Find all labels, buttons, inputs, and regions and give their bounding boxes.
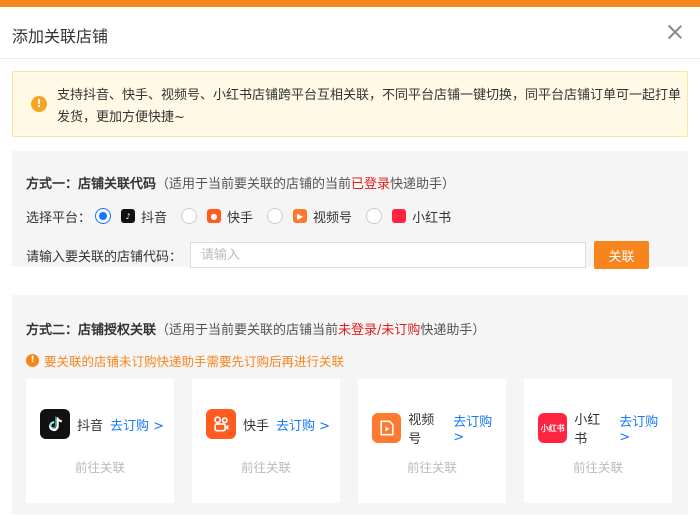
goto-link-shipinhao[interactable]: 前往关联 [358,457,506,476]
douyin-icon [40,409,70,439]
method2-desc-suffix: 快递助手） [420,323,486,338]
subscribe-link-shipinhao[interactable]: 去订购 > [453,411,506,445]
platform-shipinhao-label: 视频号 [313,210,353,226]
platform-option-xiaohongshu[interactable]: 小红书 [366,207,451,226]
shipinhao-icon: ▶ [293,209,308,223]
exclamation-icon: ! [31,96,47,112]
close-icon[interactable] [664,21,686,43]
dialog-header: 添加关联店铺 [0,7,700,59]
add-linked-store-dialog: 添加关联店铺 ! 支持抖音、快手、视频号、小红书店铺跨平台互相关联，不同平台店铺… [0,7,700,527]
card-douyin: 抖音 去订购 > 前往关联 [26,379,174,503]
radio-xiaohongshu[interactable] [366,208,383,224]
method1-section: 方式一：店铺关联代码（适用于当前要关联的店铺的当前已登录快递助手） 选择平台： … [12,151,688,269]
radio-douyin[interactable] [95,208,112,224]
method1-title-line: 方式一：店铺关联代码（适用于当前要关联的店铺的当前已登录快递助手） [26,173,455,192]
method1-desc-highlight: 已登录 [351,177,391,192]
douyin-icon: ♪ [121,209,136,223]
card-xiaohongshu-main: 小红书 小红书 去订购 > [538,409,672,447]
card-xiaohongshu-name: 小红书 [574,413,601,447]
notice-text: 支持抖音、快手、视频号、小红书店铺跨平台互相关联，不同平台店铺一键切换，同平台店… [57,88,682,125]
link-button[interactable]: 关联 [594,241,649,269]
xiaohongshu-icon: 小红书 [538,413,568,443]
card-douyin-name: 抖音 [77,418,104,434]
goto-link-xiaohongshu[interactable]: 前往关联 [524,457,672,476]
goto-link-kuaishou[interactable]: 前往关联 [192,457,340,476]
goto-link-douyin[interactable]: 前往关联 [26,457,174,476]
method2-desc-prefix: （适用于当前要关联的店铺当前 [156,323,339,338]
subscribe-link-xiaohongshu[interactable]: 去订购 > [619,411,672,445]
method1-desc-prefix: （适用于当前要关联的店铺的当前 [156,177,352,192]
kuaishou-icon [206,409,236,439]
method1-desc-suffix: 快递助手） [390,177,456,192]
xiaohongshu-icon [392,209,407,223]
platform-cards: 抖音 去订购 > 前往关联 快手 去订购 > 前往关联 视频号 去订购 > 前往… [26,379,686,503]
card-shipinhao-name: 视频号 [408,413,435,447]
platform-option-kuaishou[interactable]: ● 快手 [181,207,253,226]
platform-douyin-label: 抖音 [141,210,168,226]
radio-kuaishou[interactable] [181,208,198,224]
platform-option-douyin[interactable]: ♪ 抖音 [95,207,167,226]
warning-icon: ! [26,354,39,367]
card-kuaishou: 快手 去订购 > 前往关联 [192,379,340,503]
platform-label: 选择平台： [26,210,92,226]
store-code-row: 请输入要关联的店铺代码： [26,241,182,269]
card-xiaohongshu: 小红书 小红书 去订购 > 前往关联 [524,379,672,503]
subscribe-link-douyin[interactable]: 去订购 > [110,415,164,434]
card-douyin-main: 抖音 去订购 > [40,409,164,439]
method2-section: 方式二：店铺授权关联（适用于当前要关联的店铺当前未登录/未订购快递助手） ! 要… [12,295,688,515]
platform-select-row: 选择平台： ♪ 抖音 ● 快手 ▶ 视频号 小红书 [26,205,465,227]
method2-desc-highlight: 未登录/未订购 [338,323,421,338]
method1-title: 方式一：店铺关联代码 [26,177,157,192]
card-kuaishou-name: 快手 [243,418,270,434]
shipinhao-icon [372,413,402,443]
subscribe-warning: ! 要关联的店铺未订购快递助手需要先订购后再进行关联 [26,351,344,370]
kuaishou-icon: ● [207,209,222,223]
method2-title-line: 方式二：店铺授权关联（适用于当前要关联的店铺当前未登录/未订购快递助手） [26,319,485,338]
method2-title: 方式二：店铺授权关联 [26,323,157,338]
top-accent-bar [0,0,700,7]
subscribe-link-kuaishou[interactable]: 去订购 > [276,415,330,434]
platform-option-shipinhao[interactable]: ▶ 视频号 [267,207,352,226]
platform-xiaohongshu-label: 小红书 [412,210,452,226]
warning-text: 要关联的店铺未订购快递助手需要先订购后再进行关联 [44,354,345,369]
radio-shipinhao[interactable] [267,208,284,224]
store-code-input[interactable] [190,242,586,268]
store-code-label: 请输入要关联的店铺代码： [26,249,183,265]
info-notice: ! 支持抖音、快手、视频号、小红书店铺跨平台互相关联，不同平台店铺一键切换，同平… [12,71,688,137]
dialog-title: 添加关联店铺 [12,27,109,46]
card-shipinhao: 视频号 去订购 > 前往关联 [358,379,506,503]
platform-kuaishou-label: 快手 [227,210,254,226]
card-kuaishou-main: 快手 去订购 > [206,409,330,439]
card-shipinhao-main: 视频号 去订购 > [372,409,506,447]
